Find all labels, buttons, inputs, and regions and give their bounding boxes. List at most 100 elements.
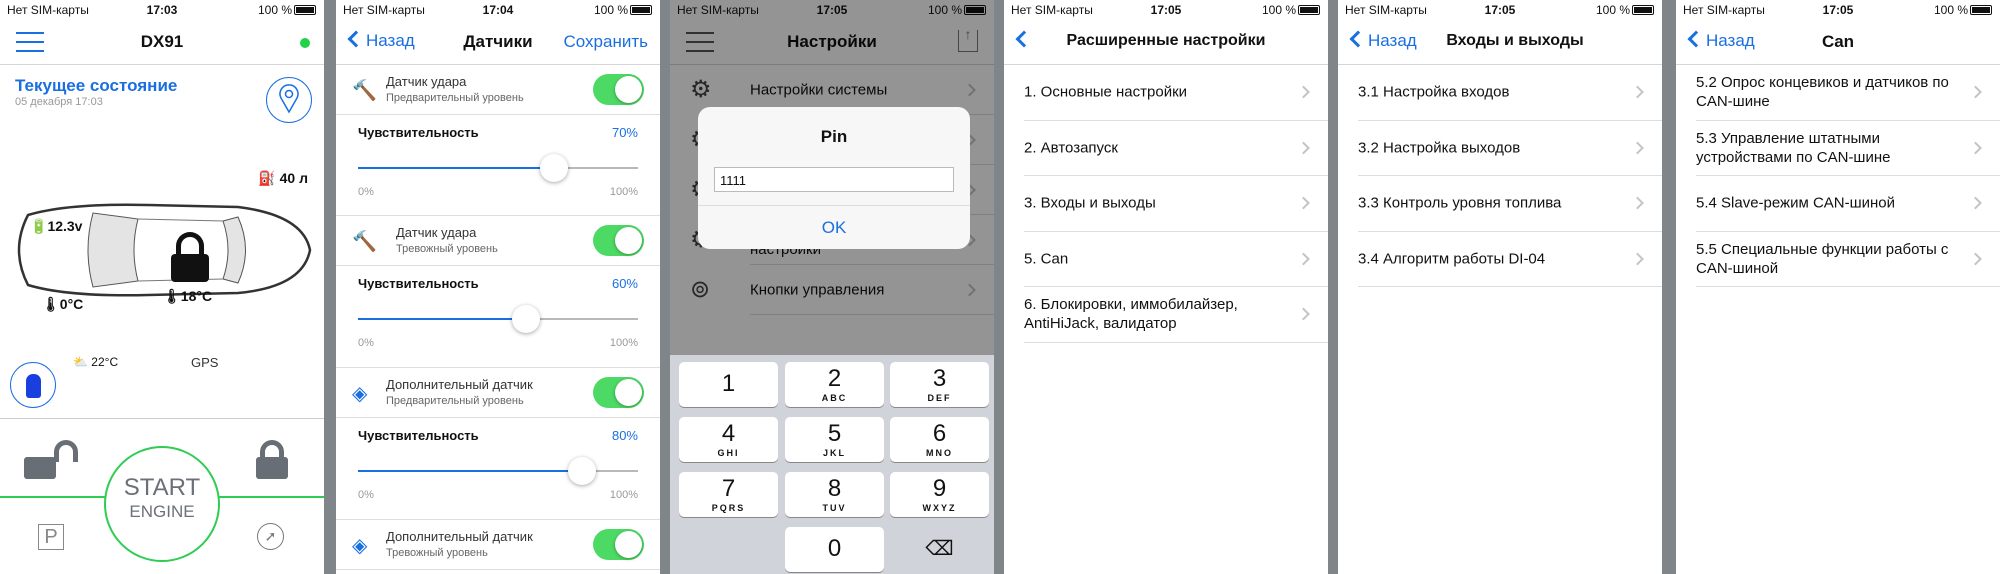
sensor-title: Дополнительный датчик — [386, 529, 533, 544]
battery-icon — [1970, 5, 1992, 15]
chevron-right-icon — [1297, 196, 1310, 210]
chevron-right-icon — [1297, 141, 1310, 155]
list-item[interactable]: 5.5 Специальные функции работы с CAN-шин… — [1696, 232, 2000, 287]
delete-key[interactable]: ⌫ — [890, 527, 989, 572]
sensitivity-value: 70% — [611, 125, 638, 140]
sensitivity-section: Чувствительность 70% 0% 100% — [336, 115, 660, 216]
sensors-screen: Нет SIM-карты 17:04 100 % Назад Датчики Со… — [336, 0, 660, 574]
list-item[interactable]: 5.3 Управление штатными устройствами по … — [1696, 121, 2000, 176]
page-title: Can — [1821, 32, 1855, 51]
location-button[interactable] — [266, 77, 312, 123]
sensitivity-slider[interactable] — [358, 305, 638, 333]
keypad-key[interactable]: 3 DEF — [890, 362, 989, 407]
slider-thumb[interactable] — [568, 457, 596, 485]
sensor-title: Дополнительный датчик — [386, 377, 533, 392]
sensor-row: ◈ Дополнительный датчик Тревожный уровен… — [336, 520, 660, 570]
slider-max: 100% — [609, 489, 638, 501]
slider-thumb[interactable] — [512, 305, 540, 333]
keypad-key[interactable]: 6 MNO — [890, 417, 989, 462]
chevron-right-icon — [1631, 196, 1644, 210]
slider-thumb[interactable] — [540, 154, 568, 182]
fuel-icon: ⛽ — [258, 170, 276, 186]
list-item[interactable]: 3.3 Контроль уровня топлива — [1358, 176, 1662, 232]
sensor-toggle[interactable] — [593, 529, 644, 560]
chevron-right-icon — [1297, 307, 1310, 321]
nav-bar: Назад Датчики Сохранить — [336, 20, 660, 65]
status-date: 05 декабря 17:03 — [15, 96, 103, 108]
chevron-right-icon — [1631, 141, 1644, 155]
slider-min: 0% — [358, 186, 374, 198]
battery-icon — [1298, 5, 1320, 15]
list-item[interactable]: 3.2 Настройка выходов — [1358, 121, 1662, 176]
pin-input[interactable]: 1111 — [714, 167, 954, 192]
status-bar: Нет SIM-карты 17:05 100 % — [1676, 0, 2000, 20]
list-item[interactable]: 5.4 Slave-режим CAN-шиной — [1696, 176, 2000, 232]
slider-min: 0% — [358, 337, 374, 349]
nav-bar: Назад Can — [1676, 20, 2000, 65]
list-item[interactable]: 5.2 Опрос концевиков и датчиков по CAN-ш… — [1696, 65, 2000, 121]
cabin-temp: 🌡18°C — [163, 288, 213, 304]
sensitivity-slider[interactable] — [358, 154, 638, 182]
battery-icon — [630, 5, 652, 15]
sensitivity-value: 80% — [611, 428, 638, 443]
status-bar: Нет SIM-карты 17:05 100 % — [1004, 0, 1328, 20]
keypad-key[interactable]: 2 ABC — [785, 362, 884, 407]
list-item[interactable]: 5. Can — [1024, 232, 1328, 287]
map-pin-icon — [279, 84, 299, 114]
sensor-title: Датчик удара — [396, 225, 477, 240]
unlock-button[interactable] — [24, 440, 84, 479]
chevron-right-icon — [1969, 85, 1982, 99]
save-button[interactable]: Сохранить — [564, 32, 648, 52]
online-indicator — [300, 38, 310, 48]
chevron-right-icon — [1297, 252, 1310, 266]
keypad-key[interactable]: 0 — [785, 527, 884, 572]
home-screen: Нет SIM-карты 17:03 100 % DX91 Текущее сос… — [0, 0, 324, 574]
sensitivity-label: Чувствительность — [358, 276, 479, 291]
central-lock-icon — [171, 232, 209, 284]
sensor-subtitle: Тревожный уровень — [386, 547, 488, 559]
sensor-subtitle: Тревожный уровень — [396, 243, 498, 255]
nav-bar: Расширенные настройки — [1004, 20, 1328, 65]
advanced-settings-screen: Нет SIM-карты 17:05 100 % Расширенные наст… — [1004, 0, 1328, 574]
battery-icon — [1632, 5, 1654, 15]
sensitivity-section: Чувствительность 60% 0% 100% — [336, 266, 660, 368]
keypad-key[interactable]: 5 JKL — [785, 417, 884, 462]
keypad-key[interactable]: 9 WXYZ — [890, 472, 989, 517]
hammer-icon: 🔨 — [352, 80, 377, 102]
can-screen: Нет SIM-карты 17:05 100 % Назад Can 5.2 Опр… — [1676, 0, 2000, 574]
sensitivity-label: Чувствительность — [358, 428, 479, 443]
list-item[interactable]: 3.1 Настройка входов — [1358, 65, 1662, 121]
key-fob-button[interactable] — [10, 362, 56, 408]
keypad-key[interactable]: 7 PQRS — [679, 472, 778, 517]
sensitivity-slider[interactable] — [358, 457, 638, 485]
sensor-toggle[interactable] — [593, 377, 644, 408]
status-bar: Нет SIM-карты 17:03 100 % — [0, 0, 324, 20]
sensor-toggle[interactable] — [593, 74, 644, 105]
keypad-key[interactable]: 1 — [679, 362, 778, 407]
parking-button[interactable]: P — [38, 524, 64, 550]
list-item[interactable]: 3.4 Алгоритм работы DI-04 — [1358, 232, 1662, 287]
page-title: Входы и выходы — [1446, 32, 1584, 49]
sensitivity-value: 60% — [611, 276, 638, 291]
sensor-toggle[interactable] — [593, 225, 644, 256]
battery-icon — [294, 5, 316, 15]
car-image — [17, 203, 312, 297]
list-item[interactable]: 3. Входы и выходы — [1024, 176, 1328, 232]
lock-button[interactable] — [256, 440, 288, 479]
sensor-row: 🔨 Датчик удара Тревожный уровень — [336, 216, 660, 266]
list-item[interactable]: 2. Автозапуск — [1024, 121, 1328, 176]
keypad-key[interactable]: 8 TUV — [785, 472, 884, 517]
keypad-key[interactable]: 4 GHI — [679, 417, 778, 462]
status-bar: Нет SIM-карты 17:04 100 % — [336, 0, 660, 20]
start-engine-button[interactable]: START ENGINE — [104, 446, 220, 562]
list-item[interactable]: 6. Блокировки, иммобилайзер, AntiHiJack,… — [1024, 287, 1328, 343]
weather-cloud-sun-icon: ⛅ — [73, 355, 88, 369]
compass-icon[interactable]: ➚ — [257, 523, 284, 550]
slider-min: 0% — [358, 489, 374, 501]
backspace-icon: ⌫ — [925, 538, 954, 560]
list-item[interactable]: 1. Основные настройки — [1024, 65, 1328, 121]
chevron-right-icon — [1969, 252, 1982, 266]
divider — [0, 418, 324, 419]
ok-button[interactable]: OK — [698, 206, 970, 249]
key-fob-icon — [26, 374, 41, 398]
